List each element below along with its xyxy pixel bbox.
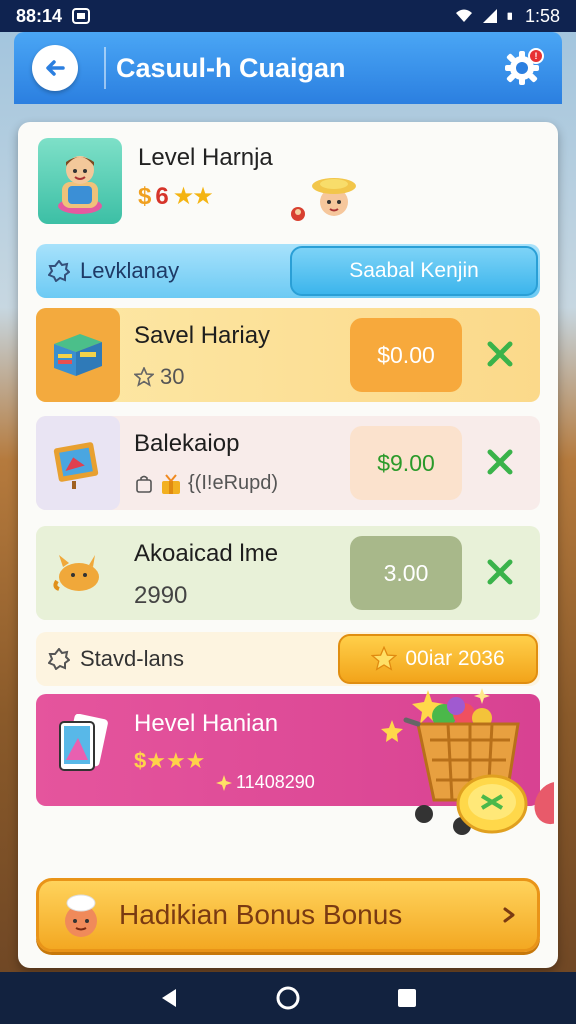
profile-name: Level Harnja bbox=[138, 144, 273, 171]
page-title: Casuul-h Cuaigan bbox=[116, 52, 346, 83]
close-icon bbox=[487, 341, 513, 367]
item-icon-box bbox=[36, 526, 120, 620]
promo-count-value: 11408290 bbox=[236, 772, 315, 792]
character-avatar-icon bbox=[58, 156, 102, 214]
home-nav-icon[interactable] bbox=[275, 985, 301, 1011]
promo-rating: $★★★ bbox=[134, 748, 206, 773]
status-time: 1:58 bbox=[524, 5, 560, 26]
profile-section: Level Harnja $ 6 ★★ bbox=[38, 138, 538, 228]
shopping-cart-icon bbox=[381, 688, 554, 835]
notification-badge: ! bbox=[528, 48, 544, 64]
status-bar: 88:14 1:58 bbox=[0, 0, 576, 32]
avatar[interactable] bbox=[38, 138, 122, 224]
promo-count: 11408290 bbox=[216, 772, 315, 793]
header-divider bbox=[104, 47, 106, 89]
navigation-bar bbox=[0, 972, 576, 1024]
remove-button[interactable] bbox=[482, 336, 518, 372]
status-left-text: 88:14 bbox=[16, 5, 63, 26]
box-icon bbox=[54, 334, 102, 376]
settings-button[interactable]: ! bbox=[500, 46, 544, 90]
star-outline-icon bbox=[134, 367, 154, 387]
price-button[interactable]: $0.00 bbox=[350, 318, 462, 392]
remove-button[interactable] bbox=[482, 444, 518, 480]
offer-button[interactable]: 00iar 2036 bbox=[338, 634, 538, 684]
list-item[interactable]: Akoaicad lme 2990 3.00 bbox=[36, 526, 540, 620]
main-card: Level Harnja $ 6 ★★ Levklanay Saabal Ken… bbox=[18, 122, 558, 968]
item-sub-value: 30 bbox=[160, 364, 185, 389]
notification-icon bbox=[72, 8, 91, 24]
item-subtitle: 30 bbox=[134, 364, 184, 390]
price-button[interactable]: 3.00 bbox=[350, 536, 462, 610]
item-title: Akoaicad lme bbox=[134, 540, 279, 567]
list-item[interactable]: Balekaiop {(I!eRupd) $9.00 bbox=[36, 416, 540, 510]
back-button[interactable] bbox=[32, 45, 78, 91]
item-sub-value: 2990 bbox=[134, 582, 188, 609]
cards-icon bbox=[59, 714, 108, 771]
list-item[interactable]: Savel Hariay 30 $0.00 bbox=[36, 308, 540, 402]
gift-box-icon bbox=[162, 473, 180, 494]
search-button[interactable]: Saabal Kenjin bbox=[290, 246, 538, 296]
section-header-mid: Stavd-lans 00iar 2036 bbox=[36, 632, 540, 686]
chevron-right-icon bbox=[503, 907, 515, 923]
profile-stats: $ 6 ★★ bbox=[138, 182, 214, 211]
bag-icon bbox=[136, 475, 152, 493]
star-rating: ★★ bbox=[172, 183, 214, 210]
close-icon bbox=[487, 559, 513, 585]
item-title: Balekaiop bbox=[134, 430, 240, 457]
item-sub-value: {(I!eRupd) bbox=[188, 472, 279, 494]
cat-icon bbox=[53, 555, 99, 591]
currency-amount: 6 bbox=[155, 182, 169, 210]
item-title: Savel Hariay bbox=[134, 322, 271, 349]
picture-frame-icon bbox=[53, 442, 99, 489]
badge-icon bbox=[48, 648, 70, 670]
item-icon-box bbox=[36, 308, 120, 402]
app-header: Casuul-h Cuaigan ! bbox=[14, 32, 562, 104]
close-icon bbox=[487, 449, 513, 475]
star-icon bbox=[371, 646, 398, 671]
arrow-left-icon bbox=[46, 60, 65, 76]
badge-icon bbox=[48, 260, 70, 282]
item-icon-box bbox=[36, 416, 120, 510]
bonus-label: Hadikian Bonus Bonus bbox=[119, 899, 403, 930]
price-button[interactable]: $9.00 bbox=[350, 426, 462, 500]
sparkle-icon bbox=[216, 774, 232, 791]
chef-mascot-icon bbox=[65, 894, 97, 937]
offer-label: 00iar 2036 bbox=[405, 647, 505, 670]
remove-button[interactable] bbox=[482, 554, 518, 590]
section-header-top: Levklanay Saabal Kenjin bbox=[36, 244, 540, 298]
promo-title: Hevel Hanian bbox=[134, 710, 279, 737]
item-subtitle: 2990 bbox=[134, 582, 187, 610]
wifi-icon bbox=[455, 9, 472, 22]
signal-icon bbox=[482, 9, 497, 23]
item-subtitle: {(I!eRupd) bbox=[134, 472, 278, 495]
recents-nav-icon[interactable] bbox=[396, 987, 418, 1009]
currency-symbol: $ bbox=[138, 182, 152, 210]
bonus-button[interactable]: Hadikian Bonus Bonus bbox=[36, 878, 540, 952]
battery-icon bbox=[507, 12, 512, 20]
back-nav-icon[interactable] bbox=[158, 987, 180, 1009]
mascot-icon bbox=[291, 178, 356, 221]
